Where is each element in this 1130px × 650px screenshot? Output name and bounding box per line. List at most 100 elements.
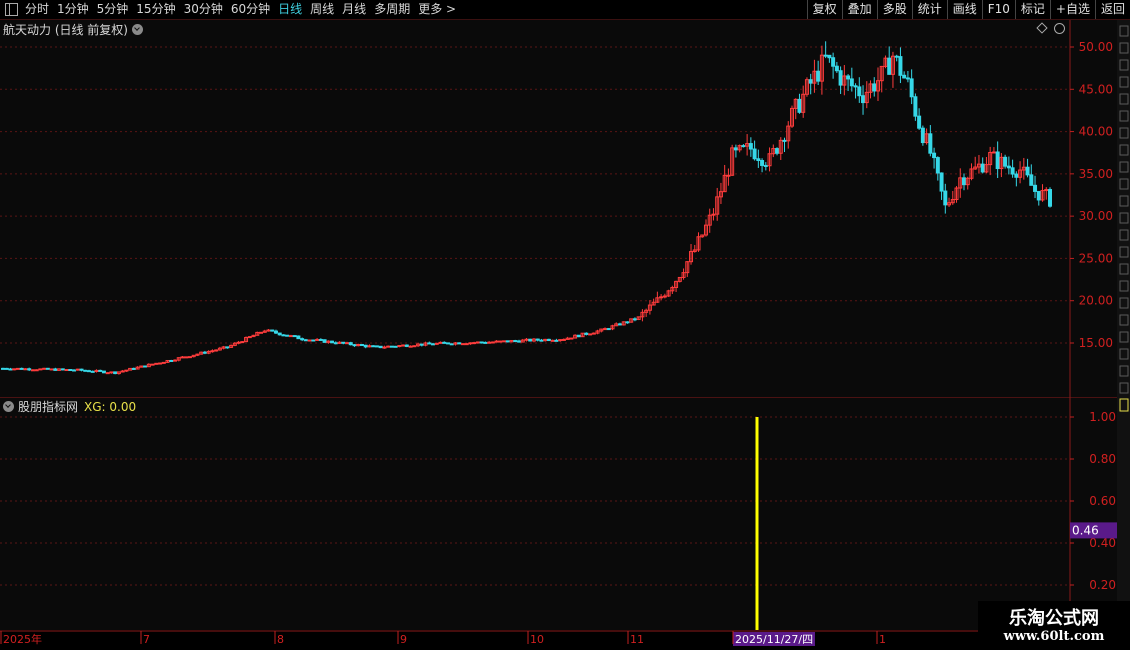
period-tab-5[interactable]: 60分钟 [227,0,274,19]
candle-body [928,133,933,154]
candle-body [763,164,768,167]
candle-body [296,335,301,340]
candle-body [281,334,286,337]
candle-body [173,359,178,362]
candle-body [468,342,473,345]
candle-body [932,152,937,159]
action-button-4[interactable]: 画线 [946,0,982,19]
period-tabs: 分时 1分钟 5分钟 15分钟 30分钟 60分钟 日线 周线 月线 多周期 更多 > [0,0,460,19]
action-button-8[interactable]: 返回 [1094,0,1130,19]
candle-body [154,362,159,365]
candle-body [303,339,308,342]
indicator-title-bar: 股朋指标网 XG: 0.00 [3,398,136,415]
period-tab-8[interactable]: 月线 [338,0,370,19]
candle-body [427,342,432,345]
candle-body [311,339,316,342]
action-button-7[interactable]: +自选 [1049,0,1095,19]
period-tab-2[interactable]: 5分钟 [93,0,133,19]
candle-body [524,338,529,341]
current-value-label: 0.46 [1072,523,1099,537]
candle-body [460,343,465,346]
candle-body [68,369,73,372]
candle-body [330,340,335,344]
price-tick-label: 45.00 [1079,82,1113,96]
period-tab-0[interactable]: 分时 [21,0,53,19]
period-tab-9[interactable]: 多周期 [370,0,414,19]
candle-body [917,115,922,129]
watermark: 乐淘公式网 www.60lt.com [978,601,1130,650]
candle-body [1003,156,1008,167]
candle-body [617,323,622,326]
candle-body [483,341,488,344]
candle-body [101,370,106,374]
candle-body [816,70,821,82]
candle-body [872,83,877,92]
action-button-3[interactable]: 统计 [911,0,947,19]
candle-body [210,350,215,353]
period-tab-6[interactable]: 日线 [274,0,306,19]
period-tab-3[interactable]: 15分钟 [132,0,179,19]
candle-body [109,371,114,374]
candle-body [285,334,290,337]
layout-panel-icon[interactable] [5,3,18,16]
candle-body [72,369,77,372]
candle-body [606,328,611,331]
candle-body [831,57,836,67]
indicator-chart[interactable]: 1.000.800.600.400.200.46 [0,397,1130,630]
action-button-2[interactable]: 多股 [876,0,912,19]
side-panel [1117,397,1130,630]
candle-body [419,343,424,346]
date-label: 10 [530,633,544,646]
chevron-down-icon[interactable] [3,401,14,412]
candle-body [513,340,518,343]
candle-body [782,139,787,142]
chevron-down-icon[interactable] [132,24,143,35]
candle-body [307,339,312,342]
candle-body [943,190,948,206]
candle-body [187,356,192,359]
candle-body [60,368,65,371]
candle-body [490,341,495,344]
action-button-1[interactable]: 叠加 [841,0,877,19]
period-tab-4[interactable]: 30分钟 [180,0,227,19]
candle-body [23,368,28,371]
candle-body [363,344,368,348]
stock-title-bar: 航天动力 (日线 前复权) [3,21,143,38]
date-label: 2025年 [3,632,42,646]
candle-body [991,151,996,154]
candle-body [588,333,593,336]
settings-icon[interactable] [1054,23,1065,34]
candle-body [528,338,533,342]
date-label: 9 [400,633,407,646]
candle-body [300,338,305,341]
candle-body [401,344,406,347]
candle-body [374,345,379,348]
candle-body [341,341,346,344]
period-tab-10[interactable]: 更多 > [414,0,460,19]
candle-body [756,158,761,162]
candle-body [857,86,862,97]
candle-body [741,145,746,148]
candle-body [902,74,907,79]
candle-body [909,78,914,98]
candle-body [659,296,664,299]
action-button-5[interactable]: F10 [981,0,1015,19]
period-tab-7[interactable]: 周线 [306,0,338,19]
candle-body [939,172,944,192]
date-axis: 2025年 7 8 9 10 11 2025/11/27/四 1 [0,630,1130,650]
action-button-0[interactable]: 复权 [806,0,842,19]
period-tab-1[interactable]: 1分钟 [53,0,93,19]
candle-body [961,177,966,186]
candle-body [861,95,866,104]
candle-body [539,339,544,342]
candlestick-chart[interactable]: 50.00 45.00 40.00 35.00 30.00 25.00 20.00 15.00 [0,20,1130,398]
candle-body [49,368,54,371]
action-button-6[interactable]: 标记 [1014,0,1050,19]
candle-body [662,295,667,298]
candle-body [87,370,92,373]
candle-body [15,367,20,370]
candle-body [487,341,492,344]
candle-body [849,78,854,87]
candle-body [270,329,275,332]
candle-body [438,341,443,344]
